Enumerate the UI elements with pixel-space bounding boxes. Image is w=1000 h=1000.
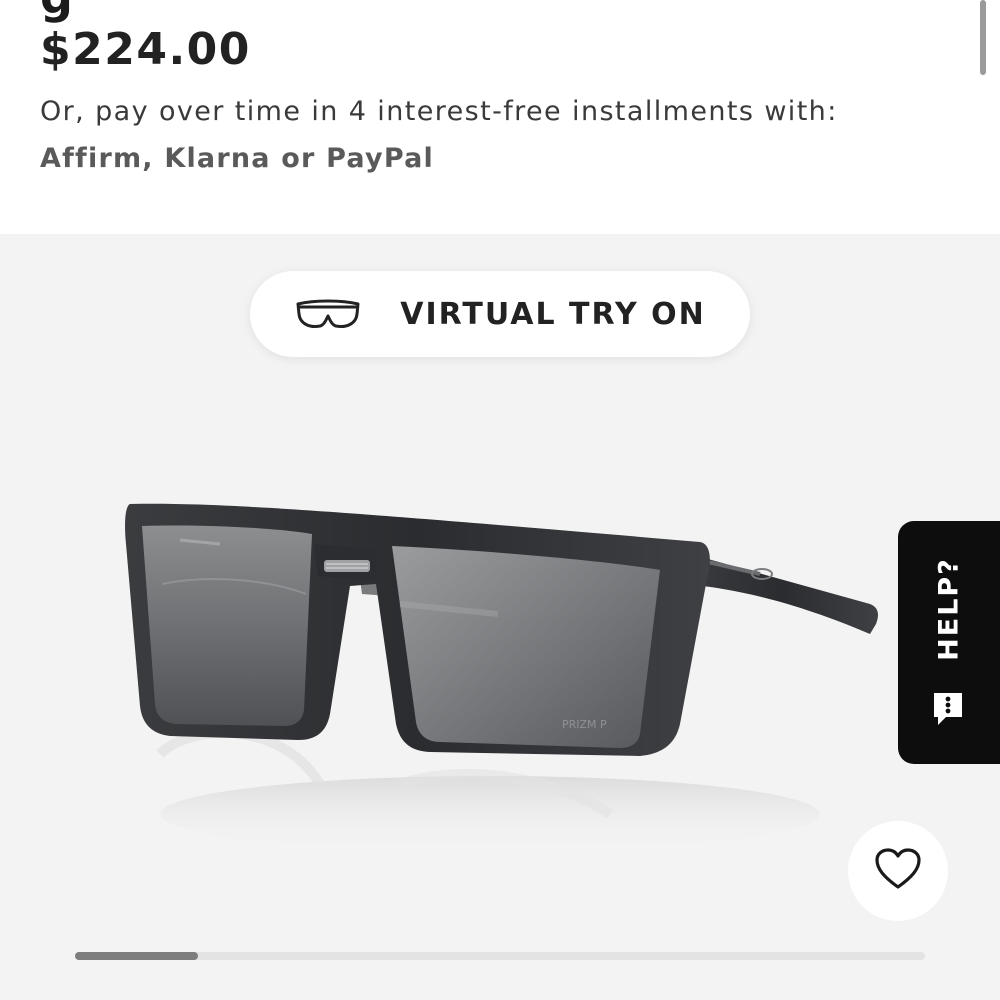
lens-brand-mark: PRIZM P <box>562 718 607 731</box>
virtual-try-on-button[interactable]: VIRTUAL TRY ON <box>250 271 750 357</box>
product-price: $224.00 <box>40 24 251 75</box>
heart-icon <box>874 847 922 895</box>
product-image-sunglasses[interactable]: PRIZM P <box>100 484 900 904</box>
carousel-progress-thumb[interactable] <box>75 952 199 960</box>
payment-providers[interactable]: Affirm, Klarna or PayPal <box>40 143 434 174</box>
virtual-try-on-label: VIRTUAL TRY ON <box>400 296 706 332</box>
chat-bubble-icon <box>930 689 966 733</box>
sunglasses-illustration: PRIZM P <box>125 503 878 852</box>
favorite-button[interactable] <box>848 821 948 921</box>
installments-text: Or, pay over time in 4 interest-free ins… <box>40 96 838 127</box>
product-gallery[interactable]: VIRTUAL TRY ON PRIZM P HELP? <box>0 234 1000 1000</box>
product-page: g $224.00 Or, pay over time in 4 interes… <box>0 0 1000 1000</box>
page-scrollbar[interactable] <box>980 0 986 75</box>
carousel-progress-track[interactable] <box>75 952 925 960</box>
glasses-icon <box>294 298 362 330</box>
help-button[interactable]: HELP? <box>898 521 1000 764</box>
product-title-fragment: g <box>40 0 75 24</box>
help-label: HELP? <box>933 557 965 661</box>
